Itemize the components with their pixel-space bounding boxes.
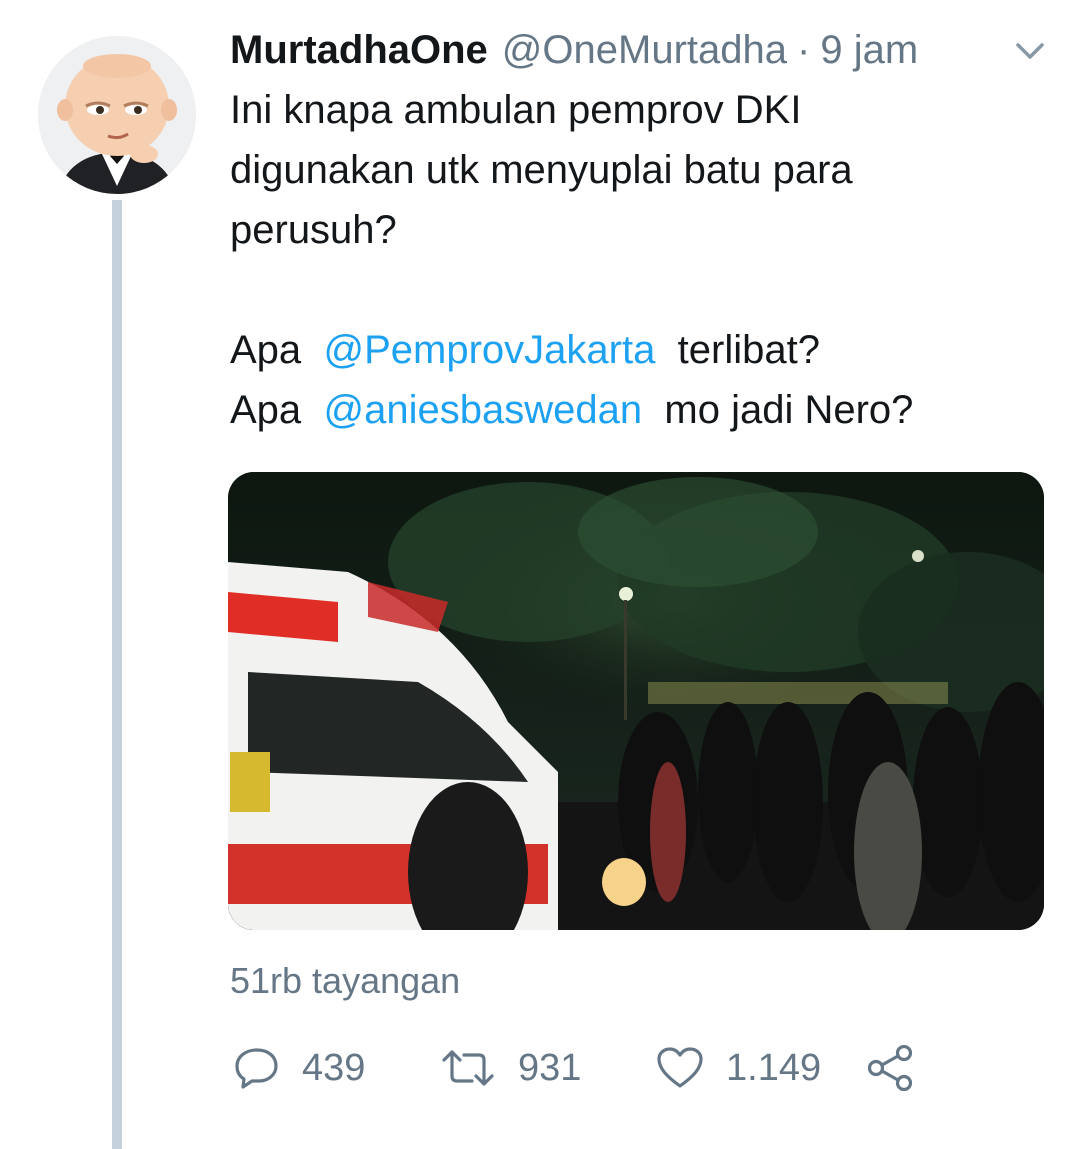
header-separator: · (797, 27, 811, 72)
tweet-text: Ini knapa ambulan pemprov DKI digunakan … (230, 80, 1030, 440)
tweet-options-button[interactable] (1013, 38, 1047, 64)
tweet-timestamp[interactable]: 9 jam (820, 28, 918, 73)
thread-connector-line (112, 200, 122, 1149)
author-name[interactable]: MurtadhaOne (230, 28, 488, 73)
view-count: 51rb tayangan (230, 960, 461, 1001)
like-button[interactable]: 1.149 (656, 1045, 821, 1091)
text-fragment: mo jadi Nero? (664, 388, 914, 432)
heart-icon (656, 1046, 704, 1090)
retweet-icon (440, 1048, 496, 1088)
mention-link-pemprovjakarta[interactable]: @PemprovJakarta (323, 328, 655, 372)
retweet-button[interactable]: 931 (440, 1045, 581, 1091)
text-fragment: Apa (230, 328, 302, 372)
tweet-text-line: digunakan utk menyuplai batu para (230, 148, 853, 192)
tweet-video[interactable] (228, 472, 1044, 930)
mention-link-aniesbaswedan[interactable]: @aniesbaswedan (323, 388, 642, 432)
share-button[interactable] (866, 1044, 936, 1092)
avatar-image (38, 36, 196, 194)
reply-count: 439 (302, 1046, 366, 1089)
video-thumbnail (228, 472, 1044, 930)
retweet-count: 931 (518, 1046, 582, 1089)
text-fragment: Apa (230, 388, 302, 432)
text-fragment: terlibat? (677, 328, 820, 372)
reply-button[interactable]: 439 (234, 1045, 365, 1091)
tweet-text-line: Ini knapa ambulan pemprov DKI (230, 88, 802, 132)
like-count: 1.149 (726, 1046, 822, 1089)
tweet-text-line: Apa @aniesbaswedan mo jadi Nero? (230, 380, 1030, 440)
reply-icon (234, 1046, 280, 1090)
chevron-down-icon (1016, 43, 1044, 59)
tweet-text-line: Apa @PemprovJakarta terlibat? (230, 320, 1030, 380)
tweet-header: MurtadhaOne @OneMurtadha · 9 jam (230, 24, 918, 76)
share-icon (866, 1044, 914, 1092)
tweet-text-line: perusuh? (230, 208, 397, 252)
author-handle[interactable]: @OneMurtadha (502, 28, 787, 73)
author-avatar[interactable] (38, 36, 196, 194)
